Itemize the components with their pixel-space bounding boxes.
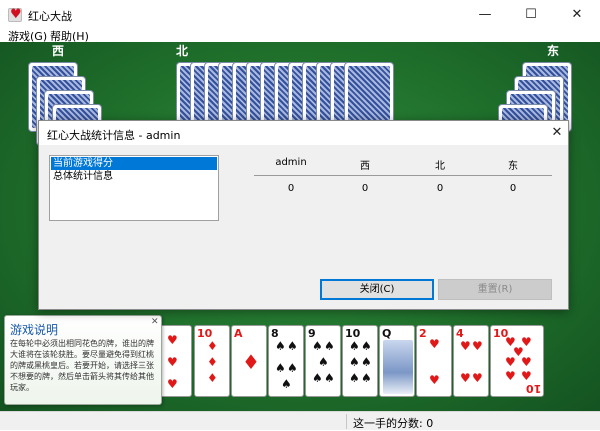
list-item-overall[interactable]: 总体统计信息 bbox=[51, 170, 217, 183]
spade-pip-icon: ♠ bbox=[349, 355, 360, 369]
dialog-close-icon[interactable]: ✕ bbox=[547, 123, 567, 143]
stat-header-east: 东 bbox=[508, 161, 518, 172]
spade-pip-icon: ♠ bbox=[324, 371, 335, 385]
player-label-north: 北 bbox=[176, 44, 189, 58]
diamond-pip-icon: ♦ bbox=[207, 355, 218, 369]
spade-pip-icon: ♠ bbox=[287, 339, 298, 353]
heart-pip-icon: ♥ bbox=[167, 333, 178, 347]
hand-card[interactable]: 10 ♠ ♠ ♠ ♠ ♠ ♠ bbox=[342, 325, 378, 397]
help-title: 游戏说明 bbox=[10, 323, 59, 337]
stats-category-list[interactable]: 当前游戏得分 总体统计信息 bbox=[49, 155, 219, 221]
hand-card[interactable]: 2 ♥ ♥ bbox=[416, 325, 452, 397]
stat-header-west: 西 bbox=[360, 161, 370, 172]
hand-card[interactable]: 10 ♦ ♦ ♦ bbox=[194, 325, 230, 397]
heart-pip-icon: ♥ bbox=[521, 369, 532, 383]
dialog-title: 红心大战统计信息 - admin bbox=[47, 129, 181, 142]
status-bar: 这一手的分数: 0 bbox=[0, 411, 600, 430]
heart-pip-icon: ♥ bbox=[167, 377, 178, 391]
stats-dialog: 红心大战统计信息 - admin ✕ 当前游戏得分 总体统计信息 admin 西… bbox=[38, 120, 569, 310]
spade-pip-icon: ♠ bbox=[349, 339, 360, 353]
heart-pip-icon: ♥ bbox=[167, 355, 178, 369]
stat-value-admin: 0 bbox=[287, 183, 295, 194]
spade-pip-icon: ♠ bbox=[349, 371, 360, 385]
player-label-west: 西 bbox=[52, 44, 65, 58]
heart-pip-icon: ♥ bbox=[505, 369, 516, 383]
hand-card[interactable]: Q bbox=[379, 325, 415, 397]
heart-pip-icon: ♥ bbox=[429, 373, 440, 387]
list-item-current-game[interactable]: 当前游戏得分 bbox=[51, 157, 217, 170]
reset-button: 重置(R) bbox=[438, 279, 552, 300]
menu-bar: 游戏(G) 帮助(H) bbox=[0, 26, 600, 43]
hand-card[interactable]: 10 ♥ ♥ ♥ ♥ ♥ ♥ ♥ 10 bbox=[490, 325, 544, 397]
stat-value-west: 0 bbox=[361, 183, 369, 194]
heart-pip-icon: ♥ bbox=[429, 337, 440, 351]
hand-card[interactable]: A ♦ bbox=[231, 325, 267, 397]
spade-pip-icon: ♠ bbox=[275, 339, 286, 353]
help-body: 在每轮中必须出相同花色的牌，谁出的牌大谁将在该轮获胜。要尽量避免得到红桃的牌或黑… bbox=[10, 339, 154, 392]
spade-pip-icon: ♠ bbox=[361, 339, 372, 353]
spade-pip-icon: ♠ bbox=[318, 355, 329, 369]
spade-pip-icon: ♠ bbox=[287, 361, 298, 375]
spade-pip-icon: ♠ bbox=[312, 339, 323, 353]
help-panel: 游戏说明 ✕ 在每轮中必须出相同花色的牌，谁出的牌大谁将在该轮获胜。要尽量避免得… bbox=[4, 315, 162, 405]
stat-header-admin: admin bbox=[275, 157, 307, 168]
queen-portrait-icon bbox=[383, 340, 413, 394]
spade-pip-icon: ♠ bbox=[281, 377, 292, 391]
spade-pip-icon: ♠ bbox=[312, 371, 323, 385]
heart-pip-icon: ♥ bbox=[521, 355, 532, 369]
window-title: 红心大战 bbox=[28, 10, 72, 23]
stat-header-north: 北 bbox=[435, 161, 445, 172]
spade-pip-icon: ♠ bbox=[361, 355, 372, 369]
heart-pip-icon: ♥ bbox=[505, 355, 516, 369]
heart-pip-icon: ♥ bbox=[460, 371, 471, 385]
heart-pip-icon: ♥ bbox=[460, 339, 471, 353]
stats-divider bbox=[254, 175, 552, 176]
diamond-pip-icon: ♦ bbox=[242, 350, 260, 374]
hand-card[interactable]: 8 ♠ ♠ ♠ ♠ ♠ bbox=[268, 325, 304, 397]
player-label-east: 东 bbox=[547, 44, 560, 58]
hand-card[interactable]: 9 ♠ ♠ ♠ ♠ ♠ bbox=[305, 325, 341, 397]
spade-pip-icon: ♠ bbox=[324, 339, 335, 353]
status-separator bbox=[346, 414, 347, 429]
diamond-pip-icon: ♦ bbox=[207, 339, 218, 353]
stat-value-north: 0 bbox=[436, 183, 444, 194]
close-button[interactable]: 关闭(C) bbox=[320, 279, 434, 300]
hearts-app-icon bbox=[8, 7, 22, 22]
spade-pip-icon: ♠ bbox=[361, 371, 372, 385]
heart-pip-icon: ♥ bbox=[472, 339, 483, 353]
diamond-pip-icon: ♦ bbox=[207, 371, 218, 385]
help-close-icon[interactable]: ✕ bbox=[151, 317, 159, 327]
spade-pip-icon: ♠ bbox=[275, 361, 286, 375]
dialog-title-bar: 红心大战统计信息 - admin ✕ bbox=[39, 121, 568, 145]
heart-pip-icon: ♥ bbox=[472, 371, 483, 385]
stat-value-east: 0 bbox=[509, 183, 517, 194]
hand-card[interactable]: 4 ♥ ♥ ♥ ♥ bbox=[453, 325, 489, 397]
hand-score-text: 这一手的分数: 0 bbox=[353, 417, 434, 430]
